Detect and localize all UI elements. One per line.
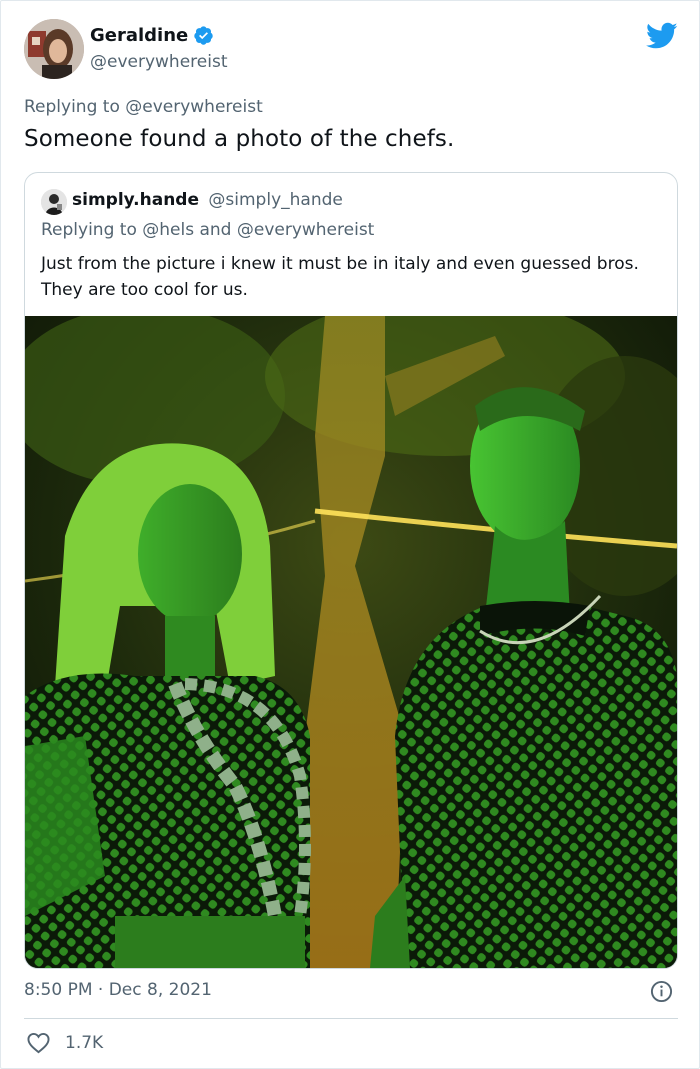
verified-badge-icon xyxy=(194,26,213,45)
photo-illustration xyxy=(25,316,677,968)
quote-photo[interactable] xyxy=(25,316,677,968)
quote-author-handle[interactable]: @simply_hande xyxy=(208,190,342,210)
author-avatar[interactable] xyxy=(24,19,84,79)
reply-context: Replying to @everywhereist xyxy=(24,97,263,117)
quote-reply-mentions[interactable]: @hels and @everywhereist xyxy=(142,220,374,240)
like-action[interactable]: 1.7K xyxy=(27,1032,103,1054)
info-icon[interactable] xyxy=(650,980,673,1003)
tweet-card: Geraldine @everywhereist Replying to @ev… xyxy=(0,0,700,1069)
footer-divider xyxy=(24,1018,678,1019)
author-handle[interactable]: @everywhereist xyxy=(90,52,228,72)
quoted-tweet[interactable]: simply.hande @simply_hande Replying to @… xyxy=(24,172,678,969)
quote-text: Just from the picture i knew it must be … xyxy=(41,254,639,300)
author-name-row[interactable]: Geraldine xyxy=(90,25,214,46)
quote-reply-prefix: Replying to xyxy=(41,220,137,240)
heart-icon[interactable] xyxy=(27,1032,50,1054)
tweet-date[interactable]: Dec 8, 2021 xyxy=(109,980,212,1000)
quote-author-row[interactable]: simply.hande @simply_hande xyxy=(72,190,343,210)
quote-author-avatar[interactable] xyxy=(41,189,67,215)
tweet-time[interactable]: 8:50 PM xyxy=(24,980,93,1000)
quote-author-display-name[interactable]: simply.hande xyxy=(72,190,199,210)
author-display-name[interactable]: Geraldine xyxy=(90,25,188,46)
tweet-timestamp[interactable]: 8:50 PM · Dec 8, 2021 xyxy=(24,980,212,1000)
reply-mention-link[interactable]: @everywhereist xyxy=(125,97,263,117)
reply-prefix: Replying to xyxy=(24,97,120,117)
like-count: 1.7K xyxy=(65,1033,104,1053)
tweet-text: Someone found a photo of the chefs. xyxy=(24,126,455,152)
quote-reply-context: Replying to @hels and @everywhereist xyxy=(41,220,374,240)
twitter-bird-icon[interactable] xyxy=(646,22,678,50)
timestamp-separator: · xyxy=(97,980,104,1000)
